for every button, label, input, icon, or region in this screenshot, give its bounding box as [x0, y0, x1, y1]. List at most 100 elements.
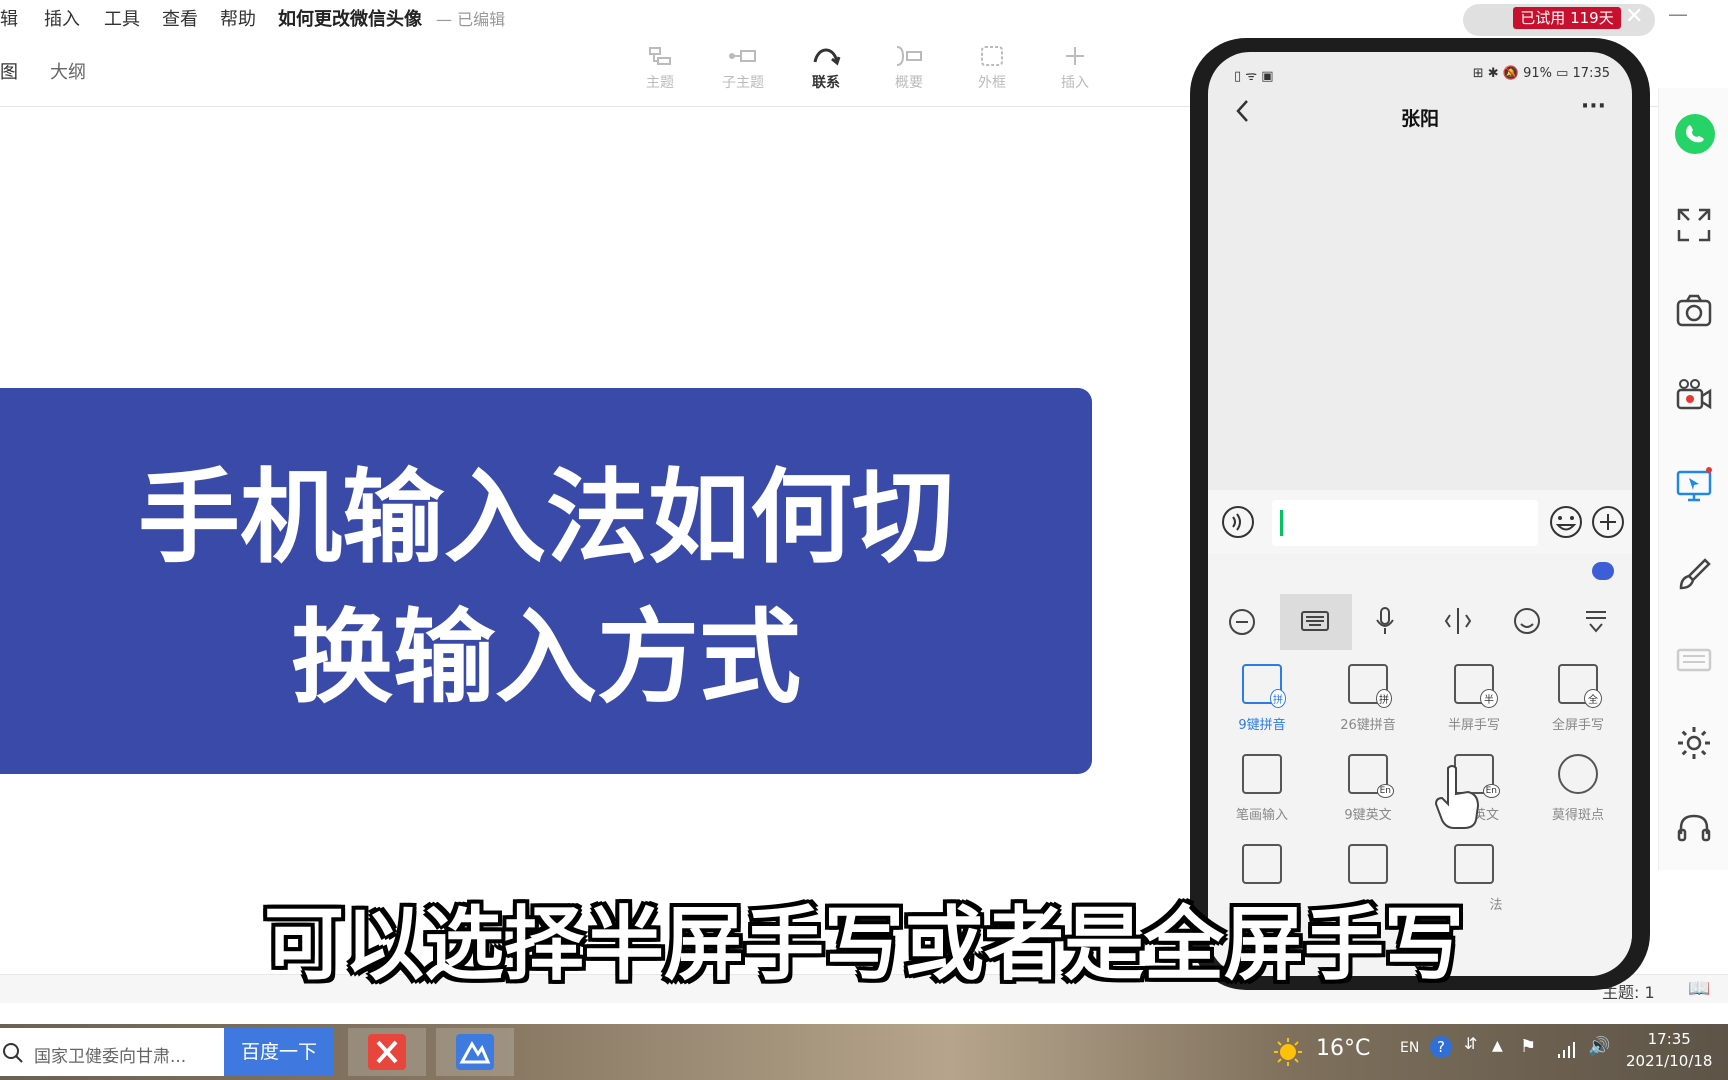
signal-icon[interactable] — [1556, 1040, 1578, 1060]
ime-logo-icon[interactable] — [1592, 562, 1614, 580]
menu-tools[interactable]: 工具 — [104, 5, 140, 31]
subtopic-icon — [729, 50, 756, 62]
voice-icon[interactable] — [1220, 504, 1256, 540]
subtopic-button[interactable]: 子主题 — [713, 44, 773, 92]
grid-keyboard-icon: 拼 — [1242, 664, 1286, 708]
search-icon — [3, 1043, 23, 1063]
hand-pointer-icon — [1434, 765, 1480, 829]
taskbar-search-box[interactable]: 国家卫健委向甘肃... — [0, 1028, 224, 1076]
ime-option-row3-a[interactable] — [1212, 844, 1312, 884]
phone-status-left: ▯ ᯤ ▣ — [1234, 69, 1274, 84]
minimize-icon[interactable]: — — [1668, 2, 1688, 26]
taskbar-search-input[interactable]: 国家卫健委向甘肃... — [34, 1042, 186, 1067]
flag-icon[interactable]: ⚑ — [1520, 1036, 1536, 1057]
ime-option-stroke[interactable]: 笔画输入 — [1212, 754, 1312, 823]
close-icon[interactable]: ✕ — [1625, 4, 1643, 29]
help-icon[interactable]: ? — [1430, 1036, 1452, 1058]
clock-date: 2021/10/18 — [1626, 1052, 1713, 1070]
document-title: 如何更改微信头像 — [278, 9, 422, 30]
menu-bar: 辑 插入 工具 查看 帮助 如何更改微信头像 — 已编辑 已试用 119天 ✕ … — [0, 0, 1728, 36]
ime-option-full-handwriting[interactable]: 全 全屏手写 — [1528, 664, 1628, 733]
emoji-icon[interactable] — [1548, 504, 1584, 540]
keyboard-disabled-icon — [1676, 648, 1712, 672]
microphone-icon[interactable] — [1374, 606, 1396, 636]
central-topic[interactable]: 手机输入法如何切 换输入方式 — [0, 388, 1092, 774]
smiley-icon[interactable] — [1512, 606, 1542, 636]
menu-insert[interactable]: 插入 — [44, 5, 80, 31]
tab-outline[interactable]: 大纲 — [50, 58, 86, 84]
video-record-icon[interactable] — [1675, 376, 1713, 414]
keyboard-icon[interactable] — [1300, 608, 1330, 634]
central-topic-line2: 换输入方式 — [291, 599, 801, 718]
clock-time: 17:35 — [1647, 1030, 1691, 1048]
handwriting-icon: 半 — [1454, 664, 1498, 708]
summary-button[interactable]: 概要 — [879, 44, 939, 92]
trial-badge[interactable]: 已试用 119天 — [1513, 7, 1621, 29]
camera-icon[interactable] — [1675, 292, 1713, 330]
boundary-button[interactable]: 外框 — [962, 44, 1022, 92]
phone-mirror: ▯ ᯤ ▣ ⊞ ✱ 🔕 91% ▭ 17:35 ··· 张阳 拼 9键拼音 拼 … — [1190, 38, 1650, 990]
video-subtitle: 可以选择半屏手写或者是全屏手写 — [264, 898, 1464, 991]
plus-icon — [1066, 47, 1084, 65]
topic-icon — [649, 47, 671, 65]
phone-status-bar: ▯ ᯤ ▣ ⊞ ✱ 🔕 91% ▭ 17:35 — [1208, 62, 1632, 84]
mirror-sidebar — [1658, 88, 1728, 870]
keyboard-full-icon: 拼 — [1348, 664, 1392, 708]
volume-icon[interactable]: 🔊 — [1588, 1036, 1610, 1057]
tab-map[interactable]: 图 — [0, 58, 18, 84]
topic-button[interactable]: 主题 — [630, 44, 690, 92]
headset-icon[interactable] — [1675, 810, 1713, 848]
chat-input-bar — [1208, 490, 1632, 554]
relationship-button[interactable]: 联系 — [796, 44, 856, 92]
boundary-icon — [981, 46, 1003, 66]
menu-help[interactable]: 帮助 — [220, 5, 256, 31]
whatsapp-icon[interactable] — [1673, 112, 1717, 156]
ime-option-half-handwriting[interactable]: 半 半屏手写 — [1424, 664, 1524, 733]
phone-screen: ▯ ᯤ ▣ ⊞ ✱ 🔕 91% ▭ 17:35 ··· 张阳 拼 9键拼音 拼 … — [1208, 52, 1632, 976]
ime-option-9key-pinyin[interactable]: 拼 9键拼音 — [1212, 664, 1312, 733]
phone-status-right: ⊞ ✱ 🔕 91% ▭ 17:35 — [1472, 66, 1610, 81]
ime-option-row3-b[interactable] — [1318, 844, 1418, 884]
network-tray-icon[interactable]: ⇵ — [1464, 1034, 1477, 1053]
screen-cast-icon[interactable] — [1675, 466, 1713, 504]
plus-circle-icon[interactable] — [1590, 504, 1626, 540]
summary-icon — [896, 46, 922, 66]
ime-option-skin[interactable]: 莫得斑点 — [1528, 754, 1628, 823]
grid-english-icon: En — [1348, 754, 1394, 798]
taskbar-app-xmind[interactable] — [348, 1028, 426, 1076]
central-topic-line1: 手机输入法如何切 — [138, 459, 954, 578]
ime-toolbar — [1208, 594, 1632, 650]
chat-contact-name: 张阳 — [1400, 108, 1439, 130]
taskbar-app-mirror[interactable] — [436, 1028, 514, 1076]
stroke-icon — [1242, 754, 1282, 794]
xmind-icon — [368, 1034, 406, 1070]
taskbar-clock[interactable]: 17:35 2021/10/18 — [1626, 1028, 1712, 1072]
chat-message-input[interactable] — [1272, 500, 1538, 546]
collapse-icon[interactable] — [1582, 606, 1610, 636]
fullscreen-icon[interactable] — [1675, 206, 1713, 244]
settings-gear-icon[interactable] — [1675, 724, 1713, 762]
taskbar: 国家卫健委向甘肃... 百度一下 16°C EN ? ⇵ ▲ ⚑ 🔊 17:35… — [0, 1024, 1728, 1080]
brush-icon[interactable] — [1675, 556, 1713, 594]
mascot-icon — [1558, 754, 1598, 794]
baidu-search-button[interactable]: 百度一下 — [224, 1028, 334, 1076]
insert-button[interactable]: 插入 — [1045, 44, 1105, 92]
text-cursor — [1280, 510, 1283, 536]
menu-view[interactable]: 查看 — [162, 5, 198, 31]
language-indicator[interactable]: EN — [1400, 1040, 1419, 1056]
mirror-app-icon — [456, 1034, 494, 1070]
weather-temperature[interactable]: 16°C — [1316, 1036, 1370, 1061]
shrink-icon — [1348, 844, 1388, 884]
ime-option-26key-pinyin[interactable]: 拼 26键拼音 — [1318, 664, 1418, 733]
grid-icon — [1242, 844, 1282, 884]
cursor-move-icon[interactable] — [1444, 606, 1472, 636]
handwriting-full-icon: 全 — [1558, 664, 1602, 708]
relationship-icon — [813, 48, 841, 66]
document-status: — 已编辑 — [436, 10, 506, 29]
ime-option-9key-english[interactable]: En 9键英文 — [1318, 754, 1418, 823]
menu-edit[interactable]: 辑 — [0, 5, 18, 31]
ime-switch-icon[interactable] — [1228, 608, 1256, 636]
layout-icon — [1454, 844, 1494, 884]
tray-up-icon[interactable]: ▲ — [1492, 1038, 1503, 1054]
sun-icon — [1274, 1038, 1302, 1066]
